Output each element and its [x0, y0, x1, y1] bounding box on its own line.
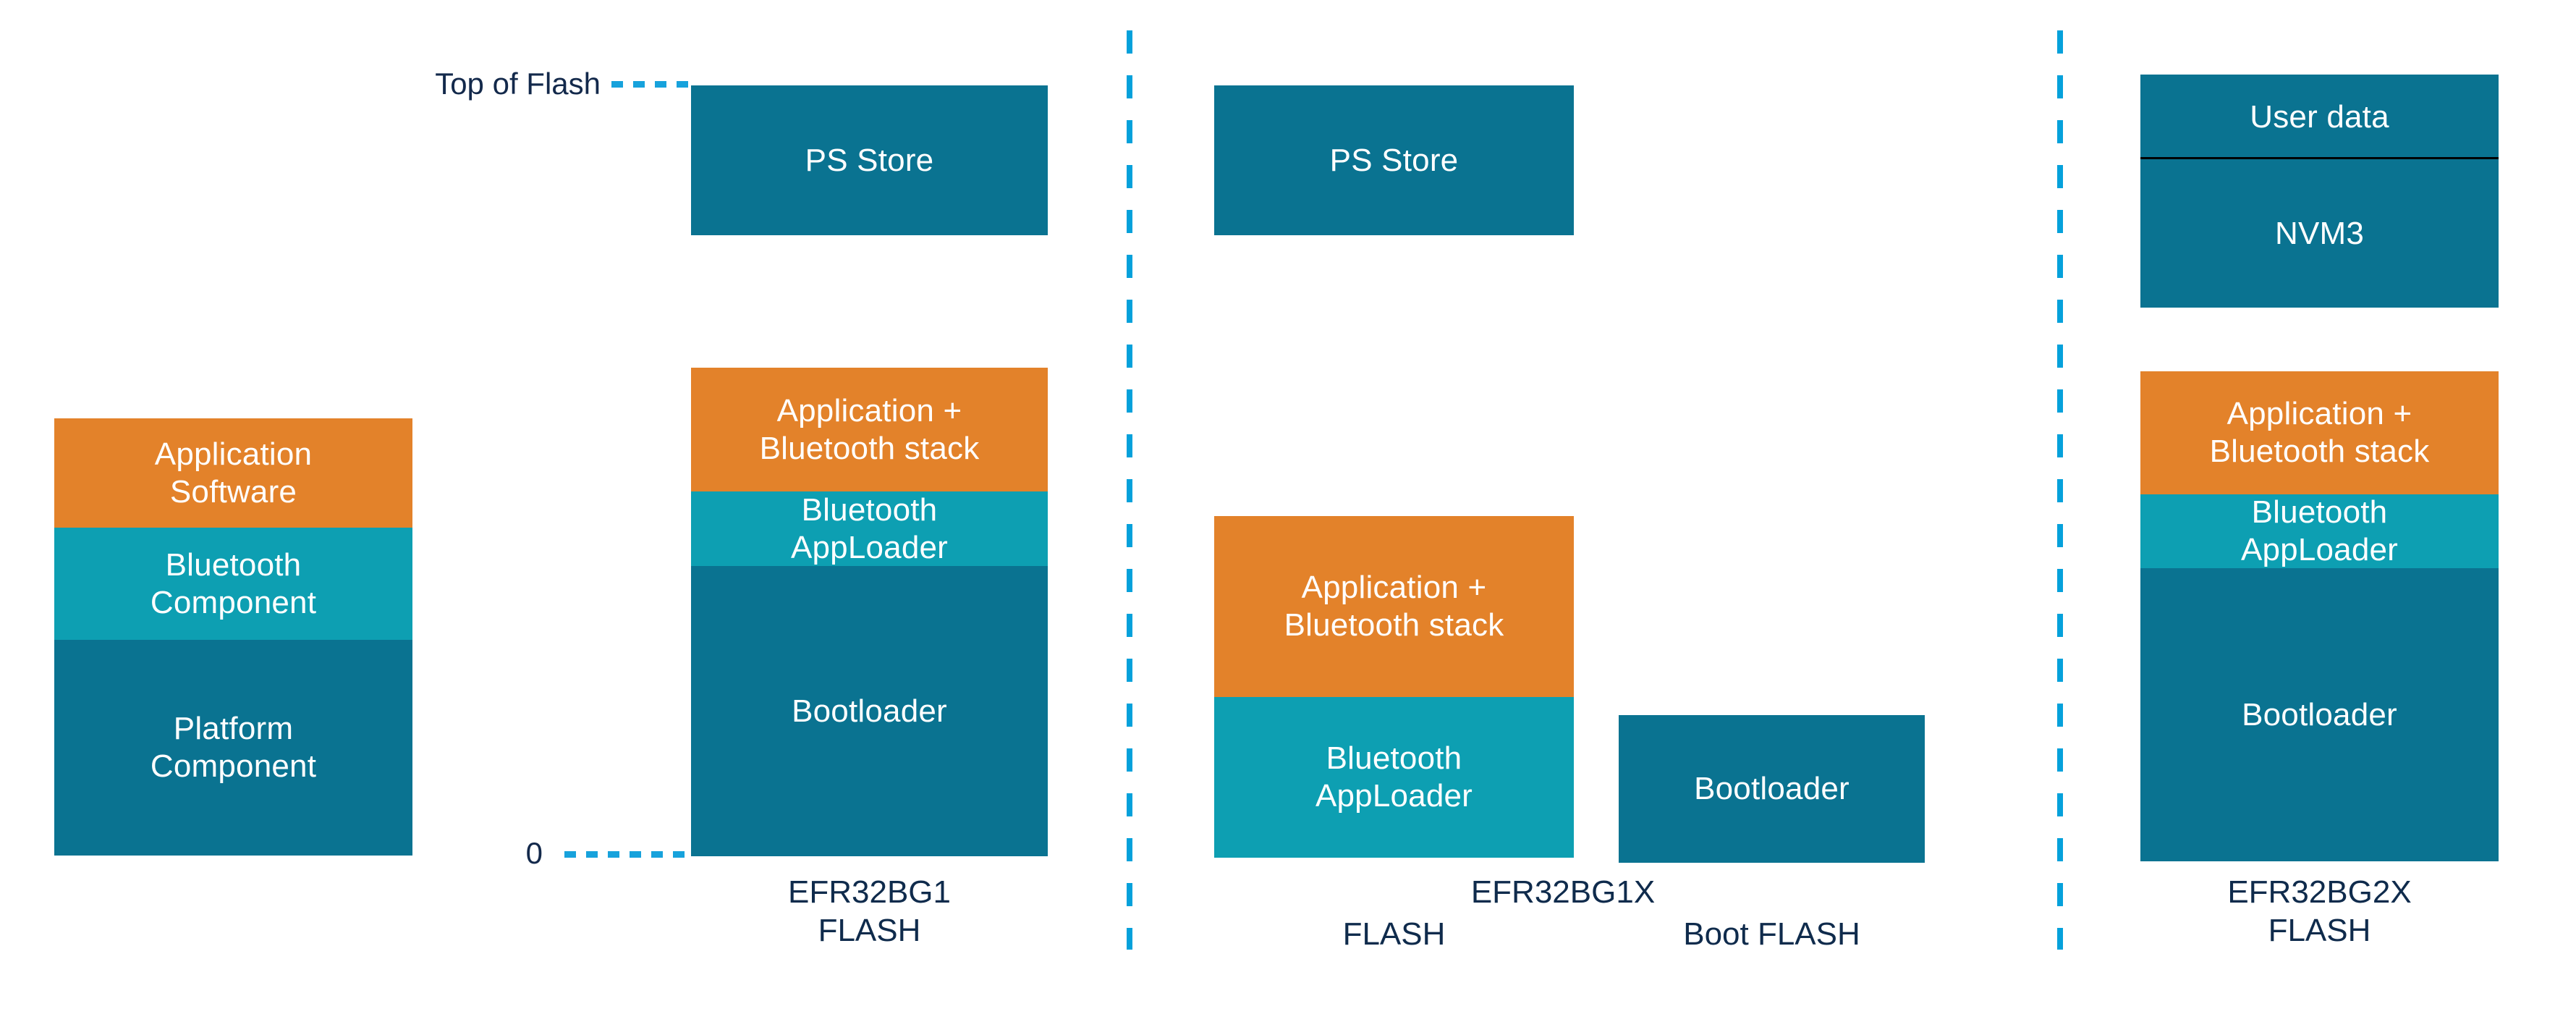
block-application-bluetooth-stack-bg2x: Application + Bluetooth stack: [2140, 371, 2499, 494]
block-application-software: Application Software: [54, 418, 412, 528]
block-ps-store-bg1: PS Store: [691, 85, 1048, 235]
marker-zero-label: 0: [525, 836, 543, 870]
block-nvm3-bg2x: NVM3: [2140, 159, 2499, 308]
panel-divider-2: [2057, 30, 2063, 950]
panel-divider-1: [1127, 30, 1132, 950]
block-application-bluetooth-stack-bg1: Application + Bluetooth stack: [691, 368, 1048, 491]
marker-zero-leader: [564, 851, 695, 858]
caption-efr32bg1x-main-flash: FLASH: [1342, 916, 1446, 952]
block-bluetooth-apploader-bg1x: Bluetooth AppLoader: [1214, 697, 1574, 858]
marker-top-of-flash-label: Top of Flash: [435, 67, 601, 101]
flash-memory-map-diagram: Application Software Bluetooth Component…: [0, 0, 2576, 1022]
block-user-data-bg2x: User data: [2140, 75, 2499, 159]
caption-efr32bg1x: EFR32BG1X: [1470, 874, 1656, 910]
block-bootloader-boot-flash: Bootloader: [1619, 715, 1925, 863]
block-bluetooth-apploader-bg1: Bluetooth AppLoader: [691, 491, 1048, 566]
marker-top-of-flash-leader: [611, 81, 695, 88]
block-bluetooth-apploader-bg2x: Bluetooth AppLoader: [2140, 494, 2499, 568]
block-ps-store-bg1x: PS Store: [1214, 85, 1574, 235]
caption-efr32bg1: EFR32BG1 FLASH: [788, 874, 951, 948]
block-application-bluetooth-stack-bg1x: Application + Bluetooth stack: [1214, 516, 1574, 697]
caption-efr32bg1x-boot-flash: Boot FLASH: [1683, 916, 1860, 952]
block-bootloader-bg1: Bootloader: [691, 566, 1048, 856]
block-platform-component: Platform Component: [54, 640, 412, 856]
block-bluetooth-component: Bluetooth Component: [54, 528, 412, 640]
block-bootloader-bg2x: Bootloader: [2140, 568, 2499, 861]
caption-efr32bg2x: EFR32BG2X FLASH: [2227, 874, 2412, 948]
